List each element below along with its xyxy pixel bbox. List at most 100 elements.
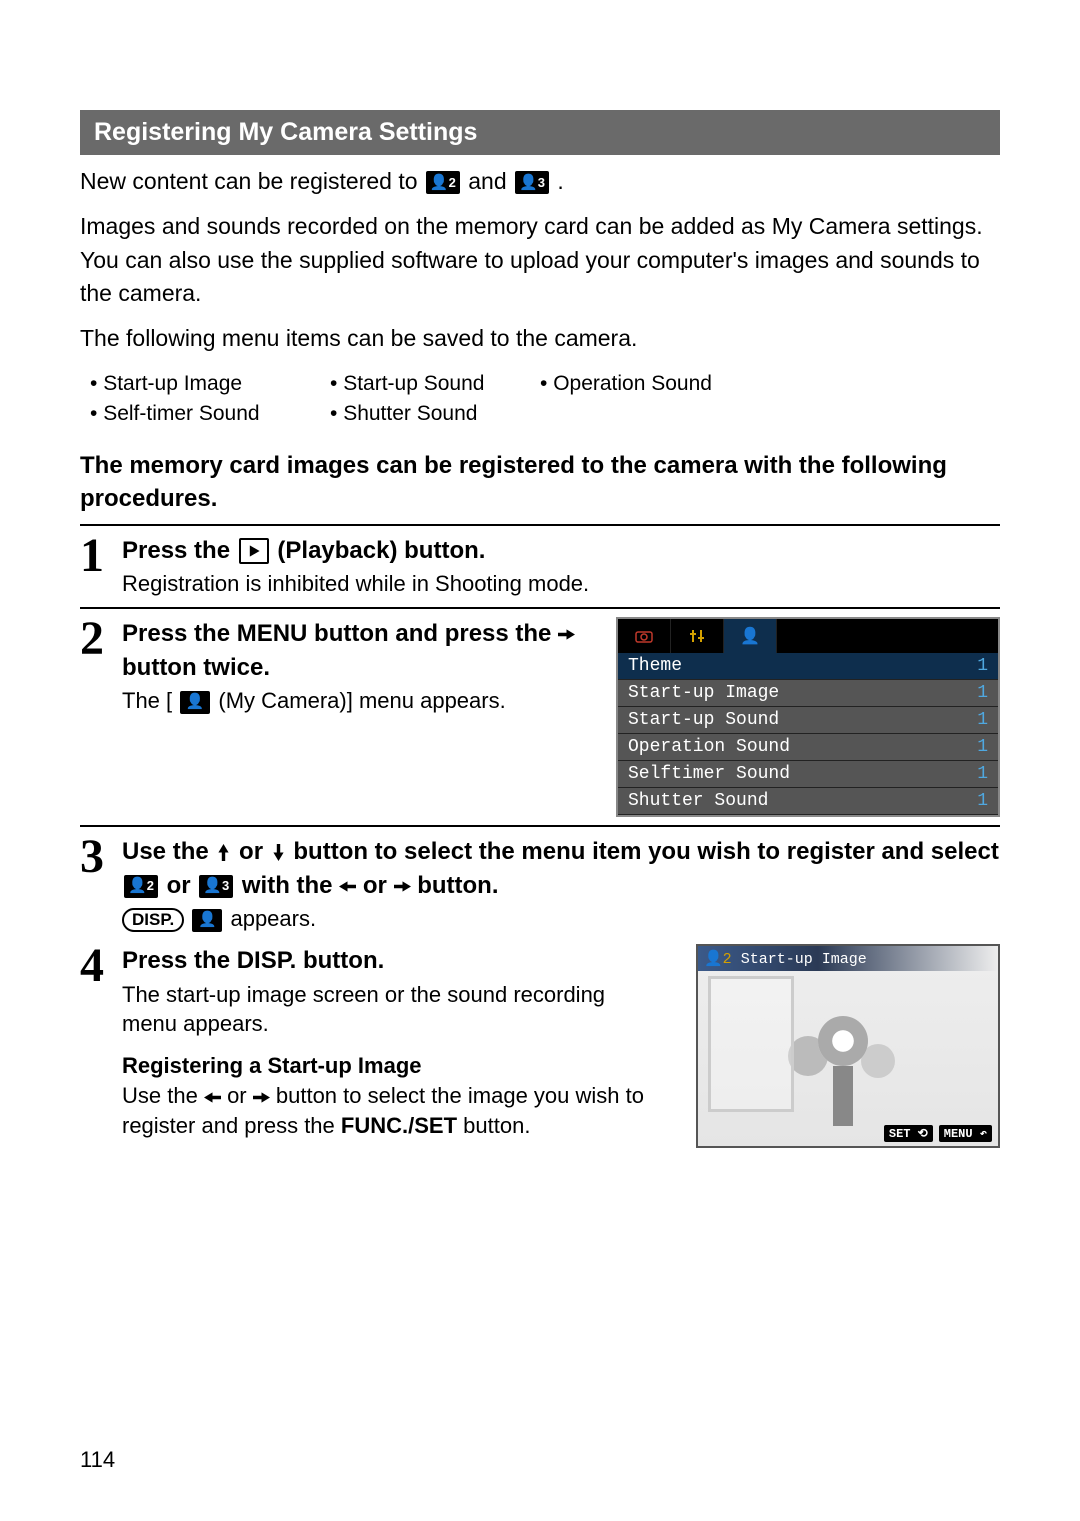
preview-title: 👤2 Start-up Image (698, 946, 998, 971)
icon-num-3: 3 (538, 176, 545, 189)
mycamera-user3-icon: 👤3 (515, 171, 549, 194)
intro-paragraph: Images and sounds recorded on the memory… (80, 210, 1000, 310)
icon-num-2: 2 (449, 176, 456, 189)
mycamera-user2-icon: 👤2 (426, 171, 460, 194)
camera-menu-row: Selftimer Sound 1 (618, 761, 998, 788)
person-icon: 👤 (198, 912, 217, 927)
manual-page: Registering My Camera Settings New conte… (0, 0, 1080, 1521)
camera-menu-label: Selftimer Sound (628, 764, 790, 784)
person-icon: 👤 (203, 878, 222, 893)
divider (80, 607, 1000, 609)
camera-menu-label: Operation Sound (628, 737, 790, 757)
step-heading: Press the DISP. button. (122, 944, 666, 978)
step-2: 2 Press the MENU button and press the bu… (80, 617, 1000, 817)
menu-item-label: Start-up Sound (343, 369, 484, 398)
camera-menu-value: 1 (977, 791, 988, 811)
step-heading: Use the or button to select the menu ite… (122, 835, 1000, 902)
mycamera-user2-icon: 👤2 (124, 875, 158, 898)
step-text: button. (417, 872, 498, 899)
icon-num: 3 (222, 879, 229, 892)
sub-heading: Registering a Start-up Image (122, 1053, 666, 1079)
person-icon: 👤 (519, 175, 538, 190)
camera-menu-value: 1 (977, 683, 988, 703)
set-text: SET (889, 1127, 911, 1141)
mycamera-icon: 👤 (180, 691, 210, 714)
person-icon: 👤 (430, 175, 449, 190)
camera-menu-tabs: 👤 (618, 619, 998, 653)
disp-button-label: DISP. (122, 908, 184, 932)
arrow-left-icon (339, 878, 356, 895)
camera-menu-value: 1 (977, 764, 988, 784)
menu-item: • Operation Sound (540, 369, 780, 399)
funcset-label: FUNC./SET (341, 1113, 457, 1138)
intro-text-end: . (557, 168, 563, 194)
camera-menu-row: Theme1 (618, 653, 998, 680)
step-3: 3 Use the or button to select the menu i… (80, 835, 1000, 934)
step-heading: Press the MENU button and press the butt… (122, 617, 596, 684)
menu-item-label: Shutter Sound (343, 399, 477, 428)
camera-menu-value: 1 (977, 710, 988, 730)
sub-text: Use the (122, 1083, 204, 1108)
flower-illustration (818, 1016, 868, 1066)
arrow-up-icon (215, 844, 232, 861)
tab-mycamera-icon: 👤 (724, 619, 777, 653)
menu-item-label: Self-timer Sound (103, 399, 259, 428)
step-number: 1 (80, 532, 122, 580)
camera-menu-label: Start-up Image (628, 683, 779, 703)
step-text: (Playback) button. (277, 537, 485, 564)
step-text: or (363, 872, 394, 899)
desc-text: The [ (122, 688, 172, 713)
step-text: Use the (122, 838, 215, 865)
menu-item: • Self-timer Sound (90, 399, 330, 429)
mycamera-user2-icon: 👤2 (704, 951, 732, 968)
camera-menu-label: Shutter Sound (628, 791, 768, 811)
camera-menu-value: 1 (977, 737, 988, 757)
camera-menu-row: Operation Sound 1 (618, 734, 998, 761)
step-4: 4 Press the DISP. button. The start-up i… (80, 944, 1000, 1148)
menu-items-list: • Start-up Image • Start-up Sound • Oper… (90, 369, 1000, 429)
camera-menu-screenshot: 👤 Theme1 Start-up Image 1 Start-up Sound 1… (616, 617, 1000, 817)
window-frame-illustration (708, 976, 794, 1112)
camera-menu-label: Start-up Sound (628, 710, 779, 730)
menu-item: • Shutter Sound (330, 399, 540, 429)
step-text: Press the MENU button and press the (122, 620, 558, 647)
arrow-right-icon (394, 878, 411, 895)
step-text: or (239, 838, 270, 865)
page-number: 114 (80, 1447, 115, 1473)
menu-text: MENU (944, 1127, 973, 1141)
menu-item-label: Operation Sound (553, 369, 712, 398)
preview-footer: SET ⟲ MENU ↶ (884, 1125, 992, 1142)
step-text: button twice. (122, 654, 270, 681)
menu-item-label: Start-up Image (103, 369, 242, 398)
menu-label: MENU ↶ (939, 1125, 992, 1142)
arrow-right-icon (253, 1089, 270, 1106)
person-icon: 👤 (740, 626, 760, 646)
intro-text-1: New content can be registered to (80, 168, 424, 194)
step-heading: Press the (Playback) button. (122, 534, 1000, 568)
arrow-left-icon (204, 1089, 221, 1106)
tab-setup-icon (671, 619, 724, 653)
step-desc: DISP. 👤 appears. (122, 904, 1000, 934)
camera-menu-row: Start-up Image 1 (618, 680, 998, 707)
preview-title-text: Start-up Image (732, 951, 867, 968)
set-label: SET ⟲ (884, 1125, 933, 1142)
step-desc: The start-up image screen or the sound r… (122, 980, 666, 1039)
step-text: button to select the menu item you wish … (293, 838, 998, 865)
step-desc: Registration is inhibited while in Shoot… (122, 569, 1000, 599)
intro-line: New content can be registered to 👤2 and … (80, 165, 1000, 198)
section-header: Registering My Camera Settings (80, 110, 1000, 155)
step-number: 2 (80, 615, 122, 663)
step-1: 1 Press the (Playback) button. Registrat… (80, 534, 1000, 599)
tab-shooting-icon (618, 619, 671, 653)
step-text: Press the (122, 537, 237, 564)
playback-icon (239, 538, 269, 564)
step-number: 4 (80, 942, 122, 990)
startup-image-preview: 👤2 Start-up Image SET ⟲ MENU ↶ (696, 944, 1000, 1148)
divider (80, 825, 1000, 827)
sub-text: or (227, 1083, 253, 1108)
arrow-down-icon (270, 844, 287, 861)
sub-text: button. (463, 1113, 530, 1138)
mycamera-swap-icon: 👤 (192, 909, 222, 932)
mycamera-user3-icon: 👤3 (199, 875, 233, 898)
sub-desc: Use the or button to select the image yo… (122, 1081, 666, 1140)
